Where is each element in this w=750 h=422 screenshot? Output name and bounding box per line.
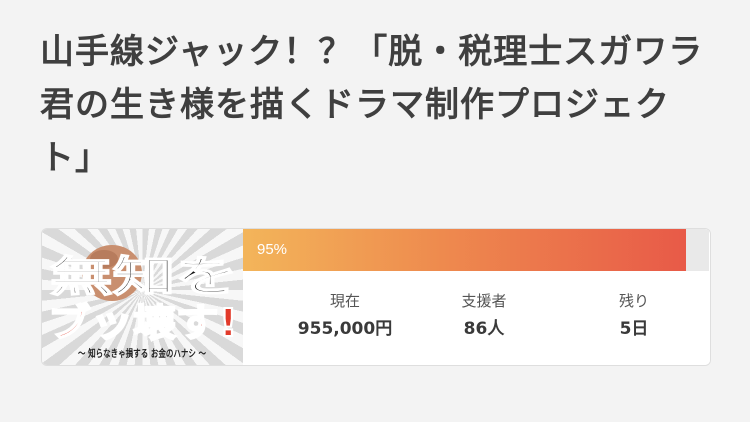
stat-supporters-value: 86人 [463, 319, 505, 339]
page-title[interactable]: 山手線ジャック！？「脱・税理士スガワラ君の生き様を描くドラマ制作プロジェクト」 [40, 26, 710, 185]
thumbnail-line2: ブッ壊す! [48, 301, 238, 345]
progress-percent: 95% [257, 241, 288, 258]
stat-current-label: 現在 [329, 292, 360, 310]
progress-fill [243, 229, 686, 271]
stat-remaining-value: 5日 [619, 319, 649, 339]
thumbnail-line1: 無知を [50, 252, 238, 301]
stat-current: 現在 955,000円 [275, 291, 415, 341]
stat-current-value: 955,000円 [297, 319, 393, 339]
progress-bar: 95% [243, 229, 709, 271]
stat-supporters-label: 支援者 [461, 292, 507, 310]
thumbnail-artwork: 無知を ブッ壊す! 〜 知らなきゃ損する お金のハナシ 〜 [47, 245, 239, 360]
stat-supporters: 支援者 86人 [414, 291, 554, 341]
project-thumbnail[interactable]: 無知を ブッ壊す! 〜 知らなきゃ損する お金のハナシ 〜 [42, 229, 243, 365]
project-card[interactable]: 無知を ブッ壊す! 〜 知らなきゃ損する お金のハナシ 〜 95% 現在 955… [41, 228, 711, 366]
thumbnail-tagline: 〜 知らなきゃ損する お金のハナシ 〜 [78, 347, 206, 360]
stat-remaining-label: 残り [618, 292, 649, 310]
stat-remaining: 残り 5日 [564, 291, 704, 341]
project-stats: 95% 現在 955,000円 支援者 86人 残り 5日 [243, 229, 710, 365]
